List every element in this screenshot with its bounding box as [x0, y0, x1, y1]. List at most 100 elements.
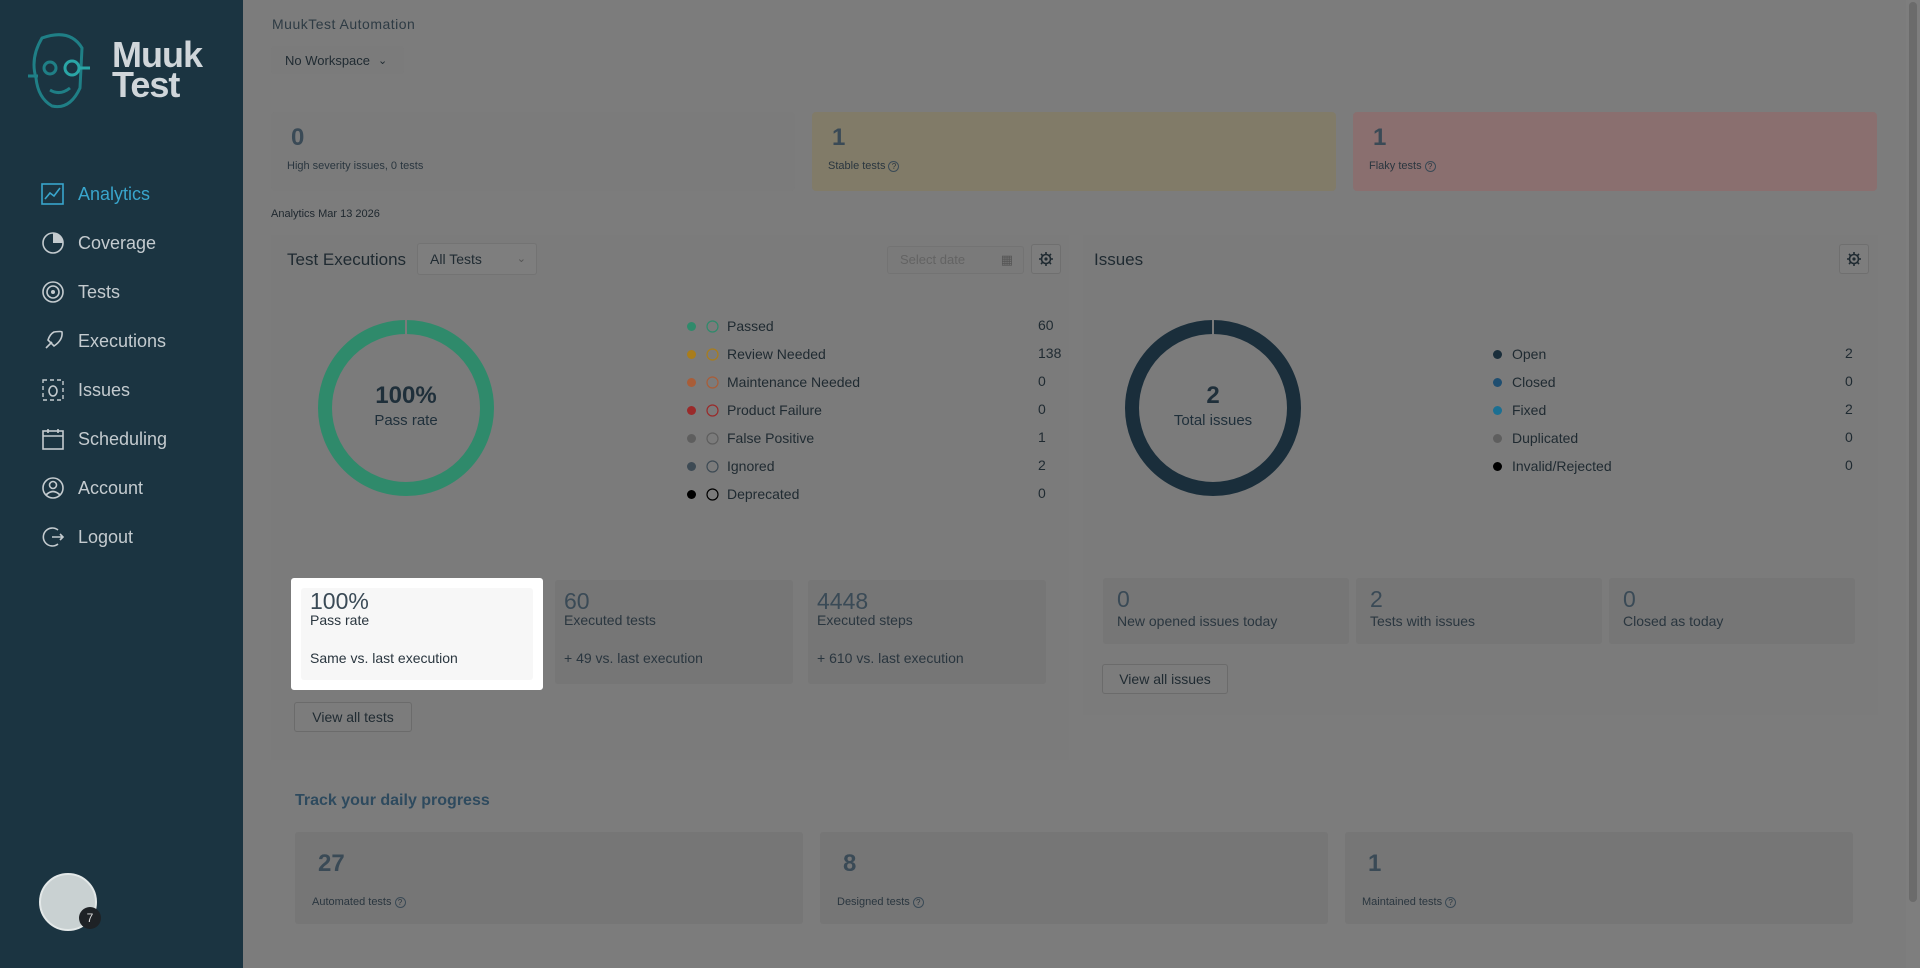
date-picker[interactable]: Select date ▦: [887, 246, 1024, 274]
automated-tests-value: 27: [318, 850, 345, 877]
legend-dot: [687, 461, 696, 471]
sidebar-item-executions[interactable]: Executions: [40, 325, 166, 357]
status-icon: [706, 347, 719, 361]
help-icon[interactable]: ?: [1445, 896, 1457, 908]
executed-steps-card: 4448 Executed steps + 610 vs. last execu…: [808, 580, 1046, 684]
legend-value: 0: [1845, 457, 1853, 473]
legend-dot: [687, 377, 696, 387]
logout-icon: [42, 527, 65, 547]
high-severity-card: 0 High severity issues, 0 tests: [271, 112, 795, 191]
pass-rate-compare: Same vs. last execution: [310, 650, 458, 666]
legend-item: Passed: [687, 316, 774, 336]
legend-label: Passed: [727, 318, 774, 334]
maintained-tests-card: 1 Maintained tests?: [1345, 832, 1853, 924]
maintained-tests-label-row: Maintained tests?: [1362, 896, 1457, 908]
notification-badge: 7: [79, 907, 101, 929]
legend-label: Duplicated: [1512, 430, 1579, 446]
test-filter-value: All Tests: [430, 251, 482, 267]
legend-item: Maintenance Needed: [687, 372, 860, 392]
legend-value: 2: [1845, 401, 1853, 417]
flaky-tests-count: 1: [1373, 124, 1387, 151]
legend-label: Invalid/Rejected: [1512, 458, 1612, 474]
test-filter-dropdown[interactable]: All Tests ⌄: [417, 243, 537, 275]
legend-dot: [1493, 405, 1502, 415]
scrollbar-thumb[interactable]: [1909, 2, 1917, 902]
legend-label: Fixed: [1512, 402, 1547, 418]
new-issues-card: 0 New opened issues today: [1103, 578, 1349, 644]
help-icon[interactable]: ?: [1424, 160, 1436, 172]
sidebar: Muuk Test Analytics Coverage Tests Execu…: [0, 0, 243, 968]
workspace-label: No Workspace: [285, 52, 371, 68]
help-icon[interactable]: ?: [394, 896, 406, 908]
closed-today-value: 0: [1623, 586, 1636, 612]
legend-value: 1: [1038, 429, 1046, 445]
legend-item: Fixed: [1493, 400, 1546, 420]
view-all-tests-button[interactable]: View all tests: [294, 702, 412, 732]
sidebar-item-label: Tests: [78, 281, 121, 302]
sidebar-item-account[interactable]: Account: [40, 472, 143, 504]
rocket-icon: [45, 330, 63, 349]
sidebar-item-tests[interactable]: Tests: [40, 276, 120, 308]
executed-steps-value: 4448: [817, 588, 869, 614]
calendar-icon: ▦: [1000, 252, 1013, 267]
tests-with-issues-value: 2: [1370, 586, 1383, 612]
sidebar-item-scheduling[interactable]: Scheduling: [40, 423, 167, 455]
legend-label: Review Needed: [727, 346, 826, 362]
legend-dot: [687, 405, 696, 415]
legend-dot: [1493, 461, 1502, 471]
help-icon[interactable]: ?: [912, 896, 924, 908]
total-issues-value: 2: [1206, 382, 1220, 409]
scrollbar[interactable]: [1906, 0, 1920, 968]
calendar-icon: [42, 429, 64, 450]
help-icon[interactable]: ?: [888, 160, 900, 172]
view-all-issues-button[interactable]: View all issues: [1102, 664, 1228, 694]
executed-tests-compare: + 49 vs. last execution: [564, 650, 703, 666]
legend-dot: [687, 349, 696, 359]
legend-dot: [687, 321, 696, 331]
closed-today-card: 0 Closed as today: [1609, 578, 1855, 644]
status-icon: [706, 375, 719, 389]
analytics-date: Analytics Mar 13 2026: [271, 208, 380, 220]
test-executions-title: Test Executions: [287, 250, 407, 269]
issues-settings-button[interactable]: [1839, 244, 1869, 274]
stable-tests-count: 1: [832, 124, 846, 151]
sidebar-item-coverage[interactable]: Coverage: [40, 227, 156, 259]
brand-name: Muuk Test: [112, 34, 203, 105]
workspace-dropdown[interactable]: No Workspace ⌄: [271, 46, 404, 74]
legend-label: Maintenance Needed: [727, 374, 861, 390]
status-icon: [706, 319, 719, 333]
issues-center: 2 Total issues: [1124, 382, 1302, 429]
legend-label: Closed: [1512, 374, 1556, 390]
legend-value: 2: [1038, 457, 1046, 473]
app-title: MuukTest Automation: [272, 16, 416, 32]
legend-item: Deprecated: [687, 484, 799, 504]
stable-tests-label: Stable tests: [828, 160, 886, 172]
maintained-tests-label: Maintained tests: [1362, 896, 1443, 908]
legend-dot: [687, 489, 696, 499]
flaky-tests-card: 1 Flaky tests?: [1353, 112, 1877, 191]
legend-item: Open: [1493, 344, 1546, 364]
pass-rate-value: 100%: [375, 382, 437, 409]
legend-value: 138: [1038, 345, 1062, 361]
designed-tests-card: 8 Designed tests?: [820, 832, 1328, 924]
new-issues-value: 0: [1117, 586, 1130, 612]
high-severity-count: 0: [291, 124, 305, 151]
robot-face-icon: [28, 33, 90, 109]
legend-item: Duplicated: [1493, 428, 1578, 448]
legend-dot: [1493, 349, 1502, 359]
sidebar-item-analytics[interactable]: Analytics: [40, 178, 150, 210]
sidebar-item-label: Scheduling: [78, 428, 168, 449]
tests-with-issues-card: 2 Tests with issues: [1356, 578, 1602, 644]
legend-label: False Positive: [727, 430, 815, 446]
muuktest-logo[interactable]: Muuk Test: [20, 28, 225, 118]
issues-title: Issues: [1094, 250, 1144, 269]
sidebar-item-issues[interactable]: Issues: [40, 374, 130, 406]
legend-item: Ignored: [687, 456, 774, 476]
executions-settings-button[interactable]: [1031, 244, 1061, 274]
legend-value: 60: [1038, 317, 1054, 333]
sidebar-item-label: Executions: [78, 330, 167, 351]
tests-with-issues-label: Tests with issues: [1370, 613, 1476, 629]
pass-rate-stat-value: 100%: [310, 588, 369, 614]
sidebar-item-logout[interactable]: Logout: [40, 521, 133, 553]
status-icon: [706, 487, 719, 501]
